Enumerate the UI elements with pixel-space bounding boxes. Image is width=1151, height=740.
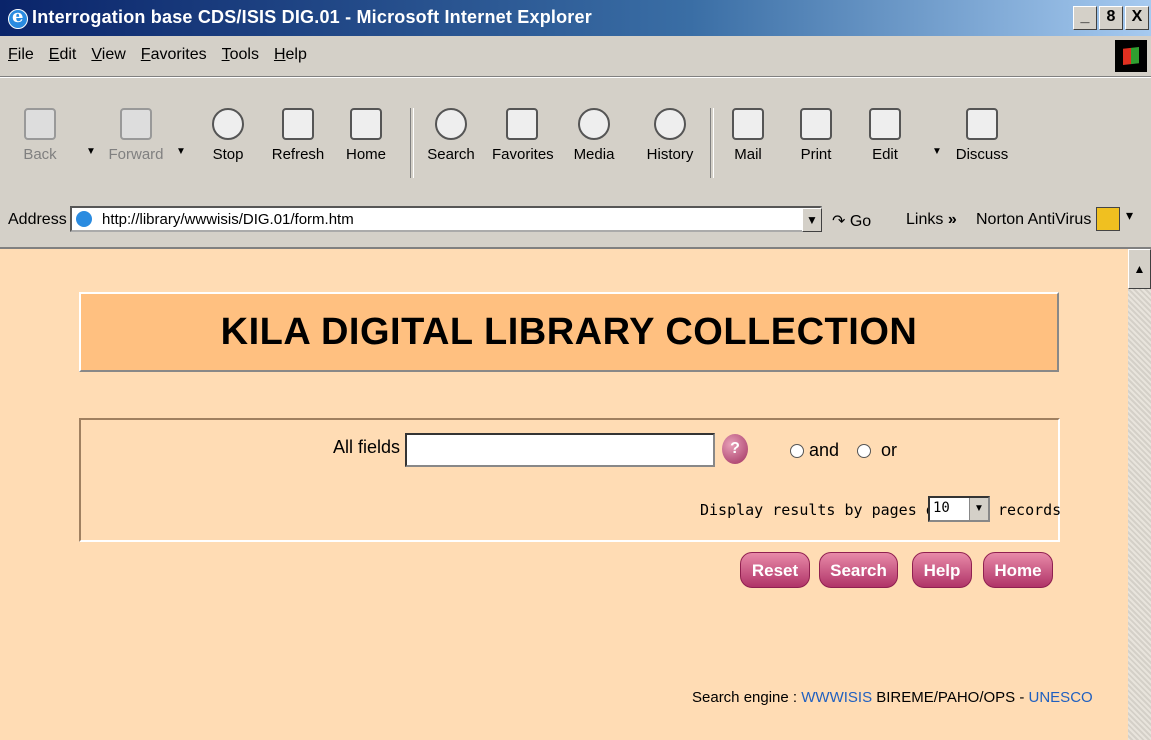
favorites-button[interactable]: Favorites: [492, 108, 554, 163]
ie-icon: [8, 6, 28, 29]
home-page-button[interactable]: Home: [983, 552, 1053, 588]
print-button[interactable]: Print: [786, 108, 846, 163]
footer-middle: BIREME/PAHO/OPS -: [876, 689, 1025, 706]
toolbar-separator: [410, 108, 414, 178]
go-label: Go: [849, 213, 872, 230]
norton-antivirus-button[interactable]: Norton AntiVirus: [976, 211, 1091, 229]
back-label: Back: [23, 146, 57, 163]
history-label: History: [646, 146, 694, 163]
toolbar-separator: [710, 108, 714, 178]
forward-arrow-icon: [120, 108, 152, 140]
all-fields-input[interactable]: [405, 433, 715, 467]
search-submit-button[interactable]: Search: [819, 552, 898, 588]
help-question-icon[interactable]: ?: [722, 434, 748, 464]
radio-and[interactable]: [790, 444, 804, 458]
search-button[interactable]: Search: [421, 108, 481, 163]
discuss-label: Discuss: [955, 146, 1009, 163]
search-label: Search: [427, 146, 475, 163]
stop-icon: [212, 108, 244, 140]
back-button[interactable]: Back: [10, 108, 70, 163]
mail-label: Mail: [734, 146, 762, 163]
menu-tools[interactable]: Tools: [222, 46, 259, 64]
wwwisis-link[interactable]: WWWISIS: [801, 689, 872, 706]
discuss-icon: [966, 108, 998, 140]
footer: Search engine : WWWISIS BIREME/PAHO/OPS …: [692, 689, 1093, 706]
radio-and-label: and: [809, 440, 840, 460]
radio-or[interactable]: [857, 444, 871, 458]
minimize-button[interactable]: _: [1073, 6, 1097, 30]
page-size-select[interactable]: 10 ▼: [928, 496, 990, 522]
page-title: KILA DIGITAL LIBRARY COLLECTION: [220, 311, 918, 353]
reset-button[interactable]: Reset: [740, 552, 810, 588]
refresh-button[interactable]: Refresh: [268, 108, 328, 163]
links-label: Links: [906, 211, 944, 228]
windows-logo-icon: [1115, 40, 1147, 72]
scroll-up-icon[interactable]: ▲: [1128, 249, 1151, 289]
forward-dropdown-icon[interactable]: ▼: [176, 146, 186, 157]
address-input[interactable]: http://library/wwwisis/DIG.01/form.htm: [70, 206, 822, 232]
menu-file[interactable]: File: [8, 46, 34, 64]
mail-icon: [732, 108, 764, 140]
print-icon: [800, 108, 832, 140]
forward-label: Forward: [108, 146, 164, 163]
discuss-button[interactable]: Discuss: [952, 108, 1012, 163]
back-arrow-icon: [24, 108, 56, 140]
address-url: http://library/wwwisis/DIG.01/form.htm: [102, 211, 354, 228]
print-label: Print: [800, 146, 832, 163]
media-icon: [578, 108, 610, 140]
address-bar: Address http://library/wwwisis/DIG.01/fo…: [0, 191, 1151, 249]
records-label: records: [998, 501, 1062, 519]
stop-button[interactable]: Stop: [198, 108, 258, 163]
menu-favorites[interactable]: Favorites: [141, 46, 207, 64]
media-label: Media: [573, 146, 615, 163]
window-title-bar: Interrogation base CDS/ISIS DIG.01 - Mic…: [0, 0, 1151, 36]
media-button[interactable]: Media: [564, 108, 624, 163]
search-icon: [435, 108, 467, 140]
banner: KILA DIGITAL LIBRARY COLLECTION: [79, 292, 1059, 372]
favorites-label: Favorites: [492, 146, 554, 163]
refresh-icon: [282, 108, 314, 140]
menu-view[interactable]: View: [91, 46, 125, 64]
favorites-icon: [506, 108, 538, 140]
links-button[interactable]: Links »: [906, 211, 957, 229]
forward-button[interactable]: Forward: [106, 108, 166, 163]
home-button[interactable]: Home: [336, 108, 396, 163]
home-label: Home: [345, 146, 386, 163]
toolbar: Back ▼ Forward ▼ Stop Refresh Home Searc…: [0, 77, 1151, 192]
page-size-value: 10: [933, 500, 950, 516]
norton-dropdown-icon[interactable]: ▾: [1126, 207, 1133, 224]
radio-or-label: or: [881, 440, 898, 460]
go-button[interactable]: ↷ Go: [832, 211, 871, 231]
menu-bar: File Edit View Favorites Tools Help: [0, 36, 1151, 77]
stop-label: Stop: [212, 146, 244, 163]
menu-edit[interactable]: Edit: [49, 46, 77, 64]
menu-help[interactable]: Help: [274, 46, 307, 64]
help-button[interactable]: Help: [912, 552, 972, 588]
edit-icon: [869, 108, 901, 140]
home-icon: [350, 108, 382, 140]
mail-button[interactable]: Mail: [718, 108, 778, 163]
chevron-down-icon[interactable]: ▼: [969, 498, 988, 520]
unesco-link[interactable]: UNESCO: [1029, 689, 1093, 706]
edit-button[interactable]: Edit: [855, 108, 915, 163]
address-label: Address: [8, 211, 67, 228]
vertical-scrollbar[interactable]: [1128, 249, 1151, 740]
edit-dropdown-icon[interactable]: ▼: [932, 146, 942, 157]
maximize-button[interactable]: 8: [1099, 6, 1123, 30]
history-button[interactable]: History: [640, 108, 700, 163]
display-results-label: Display results by pages of: [700, 501, 944, 519]
edit-label: Edit: [872, 146, 898, 163]
refresh-label: Refresh: [271, 146, 325, 163]
close-button[interactable]: X: [1125, 6, 1149, 30]
window-title: Interrogation base CDS/ISIS DIG.01 - Mic…: [32, 7, 592, 27]
history-icon: [654, 108, 686, 140]
footer-prefix: Search engine :: [692, 689, 798, 706]
address-dropdown-icon[interactable]: ▼: [802, 208, 822, 232]
norton-icon[interactable]: [1096, 207, 1120, 231]
back-dropdown-icon[interactable]: ▼: [86, 146, 96, 157]
page-icon: [76, 211, 92, 227]
links-chevron-icon: »: [947, 211, 957, 228]
all-fields-label: All fields: [333, 437, 401, 457]
